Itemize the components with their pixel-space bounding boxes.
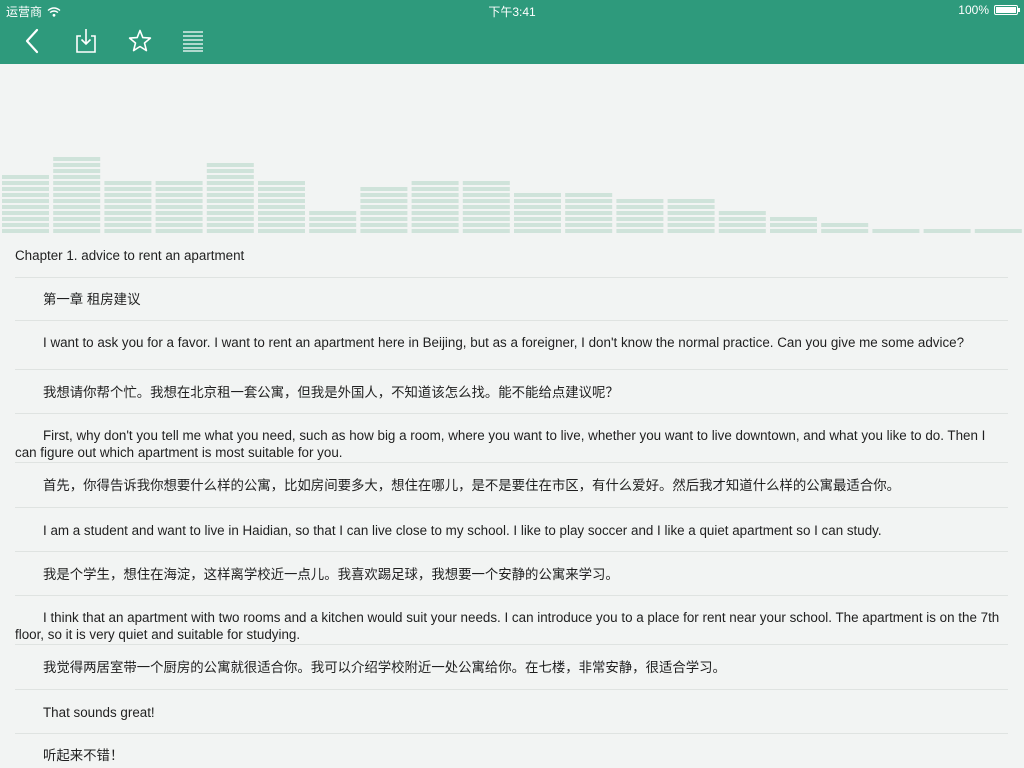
visualizer-bar: [104, 181, 152, 233]
line-text: 听起来不错！: [43, 748, 124, 763]
visualizer-bar: [309, 211, 357, 233]
transcript: Chapter 1. advice to rent an apartment 第一…: [0, 234, 1024, 768]
line-text: Chapter 1. advice to rent an apartment: [15, 248, 245, 263]
battery-icon: [994, 5, 1020, 15]
chinese-line[interactable]: 我是个学生，想住在海淀，这样离学校近一点儿。我喜欢踢足球，我想要一个安静的公寓来…: [15, 566, 1008, 596]
menu-button[interactable]: [178, 26, 208, 56]
chapter-title[interactable]: Chapter 1. advice to rent an apartment: [15, 247, 1008, 278]
visualizer-bar: [616, 199, 664, 233]
visualizer-bar: [770, 217, 817, 233]
visualizer-bar: [872, 229, 920, 233]
english-line[interactable]: I am a student and want to live in Haidi…: [15, 522, 1008, 552]
line-text: First, why don't you tell me what you ne…: [15, 428, 986, 460]
line-text: I think that an apartment with two rooms…: [15, 610, 1000, 642]
visualizer-bar: [565, 193, 613, 233]
star-icon: [128, 29, 152, 52]
english-line[interactable]: I want to ask you for a favor. I want to…: [15, 334, 1008, 370]
list-icon: [183, 31, 203, 52]
visualizer-bar: [206, 163, 254, 233]
visualizer-bar: [821, 223, 869, 233]
chinese-line[interactable]: 我觉得两居室带一个厨房的公寓就很适合你。我可以介绍学校附近一处公寓给你。在七楼，…: [15, 659, 1008, 690]
visualizer-bar: [155, 181, 203, 233]
line-text: I want to ask you for a favor. I want to…: [43, 335, 965, 350]
chinese-line[interactable]: 听起来不错！: [15, 747, 1008, 768]
download-button[interactable]: [71, 26, 101, 56]
english-line[interactable]: I think that an apartment with two rooms…: [15, 609, 1008, 645]
status-time: 下午3:41: [488, 5, 536, 19]
line-text: 我是个学生，想住在海淀，这样离学校近一点儿。我喜欢踢足球，我想要一个安静的公寓来…: [43, 567, 619, 582]
visualizer-bar: [974, 229, 1022, 233]
chinese-line[interactable]: 我想请你帮个忙。我想在北京租一套公寓，但我是外国人，不知道该怎么找。能不能给点建…: [15, 384, 1008, 414]
audio-visualizer: [0, 64, 1024, 234]
visualizer-bar: [411, 181, 459, 233]
visualizer-bar: [462, 181, 510, 233]
status-right: 100%: [958, 3, 1020, 17]
visualizer-bar: [923, 229, 971, 233]
line-text: That sounds great!: [43, 705, 155, 720]
back-button[interactable]: [18, 26, 48, 56]
line-text: 第一章 租房建议: [43, 292, 141, 307]
favorite-button[interactable]: [125, 26, 155, 56]
line-text: 我觉得两居室带一个厨房的公寓就很适合你。我可以介绍学校附近一处公寓给你。在七楼，…: [43, 660, 726, 675]
line-text: 我想请你帮个忙。我想在北京租一套公寓，但我是外国人，不知道该怎么找。能不能给点建…: [43, 385, 619, 400]
visualizer-bar: [258, 181, 305, 233]
battery-percent: 100%: [958, 3, 989, 17]
visualizer-bar: [514, 193, 561, 233]
chinese-line[interactable]: 首先，你得告诉我你想要什么样的公寓，比如房间要多大，想住在哪儿，是不是要住在市区…: [15, 477, 1008, 508]
visualizer-bar: [718, 211, 766, 233]
download-icon: [76, 29, 96, 53]
english-line[interactable]: First, why don't you tell me what you ne…: [15, 427, 1008, 463]
english-line[interactable]: That sounds great!: [15, 704, 1008, 734]
chinese-line[interactable]: 第一章 租房建议: [15, 291, 1008, 321]
visualizer-bar: [53, 157, 101, 233]
visualizer-bar: [2, 175, 49, 233]
top-bar: 运营商 下午3:41 100%: [0, 0, 1024, 64]
visualizer-bars: [2, 157, 1022, 233]
line-text: I am a student and want to live in Haidi…: [43, 523, 882, 538]
visualizer-bar: [360, 187, 408, 233]
visualizer-bar: [667, 199, 715, 233]
back-chevron-icon: [25, 28, 39, 54]
line-text: 首先，你得告诉我你想要什么样的公寓，比如房间要多大，想住在哪儿，是不是要住在市区…: [43, 478, 900, 493]
